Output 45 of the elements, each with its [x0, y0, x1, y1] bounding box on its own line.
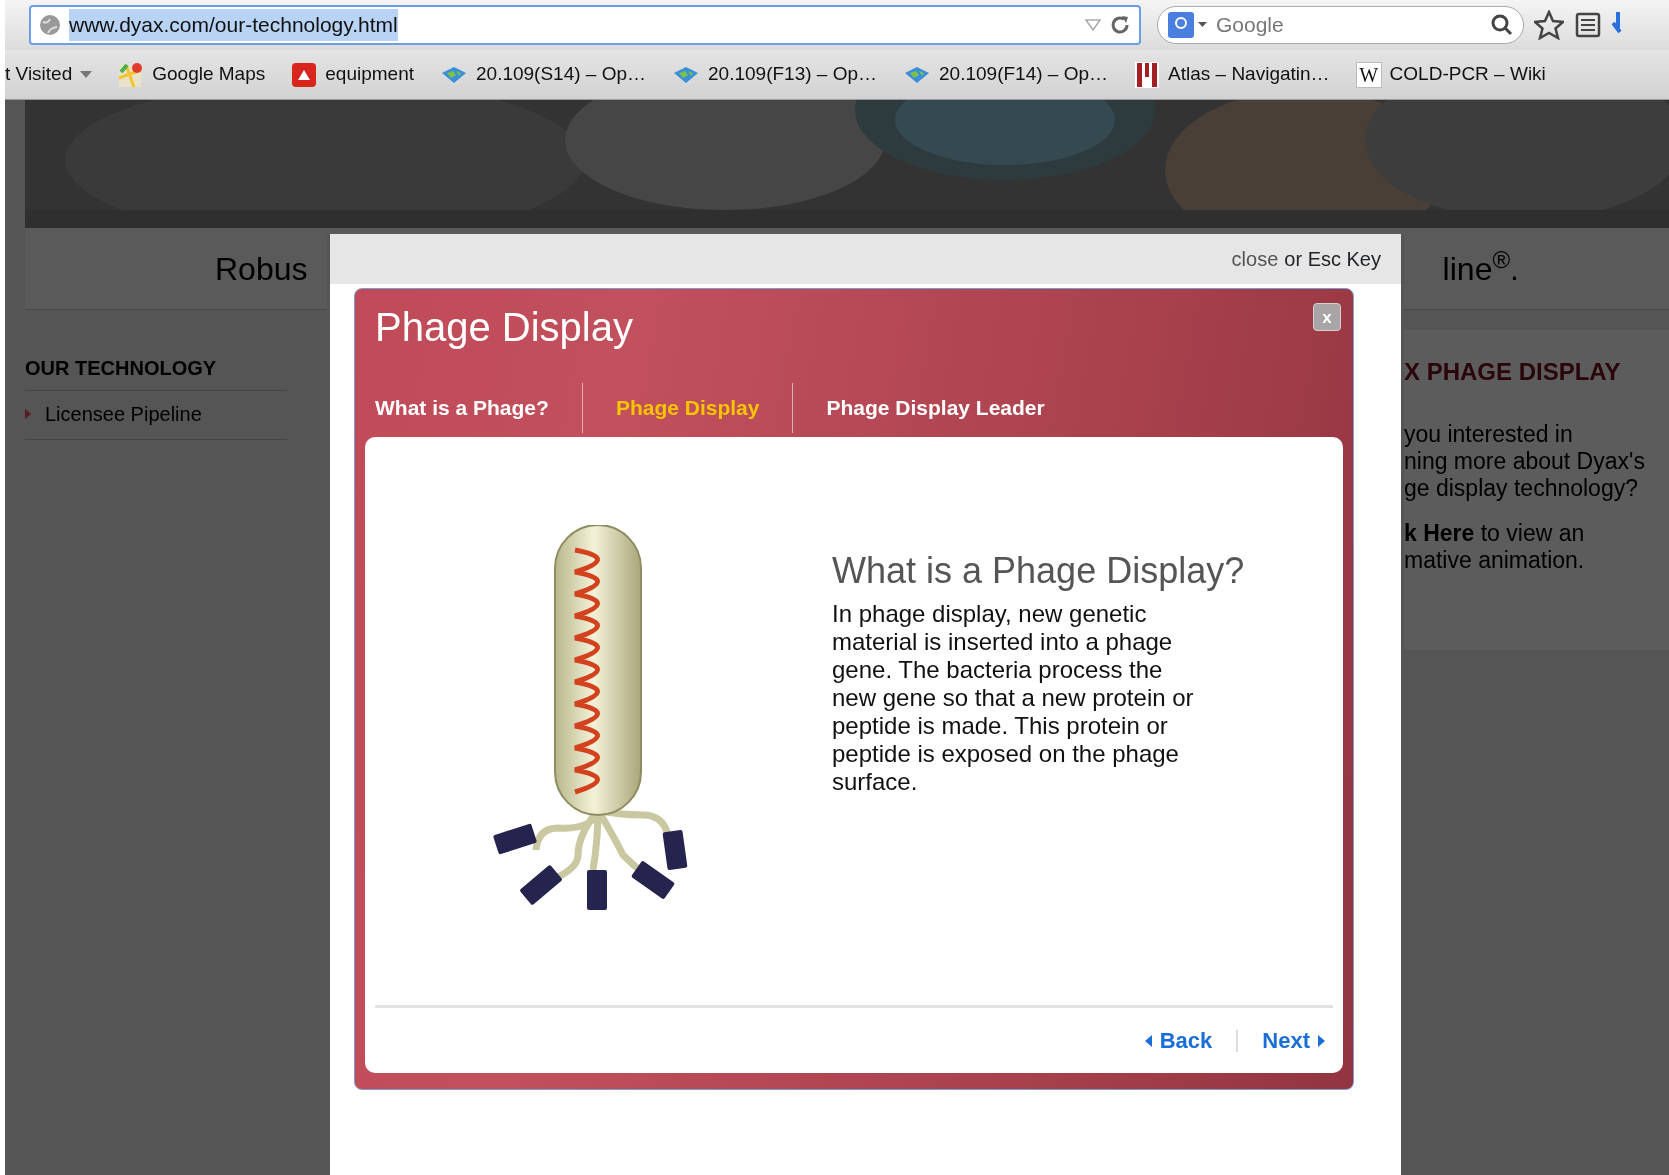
caret-right-icon	[1318, 1034, 1325, 1047]
app-icon	[291, 61, 318, 88]
dialog-title: Phage Display	[375, 304, 633, 351]
bookmark-link[interactable]: 20.109(F14) – Op…	[903, 60, 1108, 89]
caret-left-icon	[1144, 1034, 1152, 1047]
promo-text: ge display technology?	[1404, 474, 1639, 502]
promo-link-text[interactable]: k Here to view an	[1404, 519, 1669, 547]
promo-text: ning more about Dyax's	[1404, 447, 1646, 475]
promo-link-text[interactable]: mative animation.	[1404, 546, 1669, 574]
bars-icon	[1134, 60, 1160, 89]
close-link[interactable]: close	[1231, 244, 1279, 274]
bookmark-link[interactable]: Google Maps	[118, 60, 266, 89]
next-link[interactable]: Next	[1262, 1024, 1325, 1057]
bookmark-link[interactable]: 20.109(S14) – Op…	[440, 60, 647, 89]
address-bar[interactable]: www.dyax.com/our-technology.html	[29, 5, 1141, 45]
promo-heading: X PHAGE DISPLAY	[1404, 358, 1622, 387]
bookmark-link[interactable]: equipment	[291, 60, 414, 89]
search-field[interactable]: Google	[1157, 6, 1524, 44]
arrow-icon	[25, 409, 31, 419]
close-hint: or Esc Key	[1284, 247, 1381, 272]
content-heading: What is a Phage Display?	[832, 549, 1246, 593]
banner-text: Robus	[215, 252, 308, 285]
banner-text: line$^{®}$.	[1442, 252, 1519, 285]
bookmark-link[interactable]: 20.109(F13) – Op…	[672, 60, 878, 89]
search-icon[interactable]	[1491, 14, 1513, 36]
search-input[interactable]: Google	[1214, 8, 1485, 42]
map-icon	[118, 61, 145, 88]
caret-icon	[80, 70, 93, 79]
bookmark-link[interactable]: t Visited	[5, 60, 93, 89]
url-text: www.dyax.com/our-technology.html	[69, 9, 398, 41]
content-paragraph: In phage display, new genetic material is inserted into a phage gene. The bacteria process the new gene so that a new protein or peptide is made. This protein or peptide is exposed on the phage surface.	[832, 600, 1195, 797]
search-engine-icon[interactable]	[1168, 11, 1208, 39]
bookmark-link[interactable]: Atlas – Navigatin…	[1134, 60, 1330, 89]
back-link[interactable]: Back	[1144, 1024, 1213, 1057]
wiki-icon: W	[1355, 61, 1382, 88]
star-icon[interactable]	[1534, 10, 1564, 40]
list-icon[interactable]	[1574, 11, 1602, 39]
tab[interactable]: What is a Phage?	[375, 383, 582, 433]
globe-icon	[440, 64, 468, 85]
bookmark-link[interactable]: W COLD-PCR – Wiki	[1355, 60, 1546, 89]
sidebar-heading: OUR TECHNOLOGY	[25, 356, 287, 391]
promo-text: you interested in	[1404, 420, 1574, 448]
globe-icon	[39, 14, 61, 36]
reload-icon[interactable]	[1109, 14, 1131, 36]
tab[interactable]: Phage Display Leader	[792, 383, 1078, 433]
